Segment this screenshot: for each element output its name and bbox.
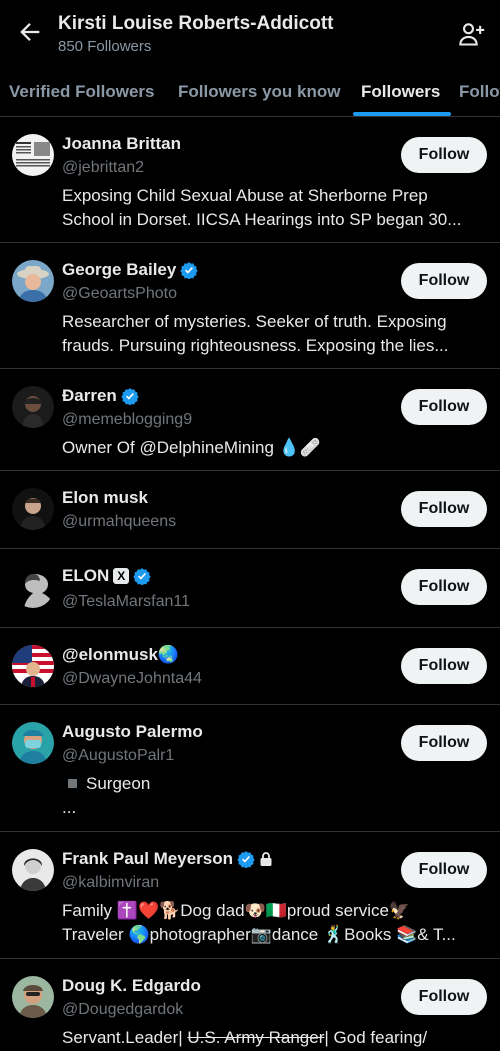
display-name[interactable]: Doug K. Edgardo bbox=[62, 976, 201, 996]
follow-button[interactable]: Follow bbox=[401, 979, 487, 1015]
user-handle: @urmahqueens bbox=[62, 513, 177, 530]
avatar[interactable] bbox=[12, 386, 54, 428]
follower-row-7[interactable]: Augusto Palermo @AugustoPalr1 Follow Sur… bbox=[0, 705, 500, 832]
add-person-icon[interactable] bbox=[458, 20, 486, 48]
follower-row-9[interactable]: Doug K. Edgardo @Dougedgardok Follow Ser… bbox=[0, 959, 500, 1051]
avatar[interactable] bbox=[12, 488, 54, 530]
tab-followers[interactable]: Followers bbox=[361, 82, 440, 102]
user-bio: Surgeon ... bbox=[62, 774, 151, 817]
follower-row-8[interactable]: Frank Paul Meyerson @kalbimviran Follow … bbox=[0, 832, 500, 959]
x-logo-icon: X bbox=[113, 568, 130, 584]
user-handle: @kalbimviran bbox=[62, 874, 160, 891]
verified-badge-icon bbox=[133, 568, 151, 585]
user-handle: @TeslaMarsfan11 bbox=[62, 593, 190, 610]
display-name[interactable]: Elon musk bbox=[62, 488, 148, 508]
tab-following[interactable]: Following bbox=[459, 82, 500, 102]
display-name[interactable]: Augusto Palermo bbox=[62, 722, 203, 742]
display-name[interactable]: Joanna Brittan bbox=[62, 134, 181, 154]
follow-button[interactable]: Follow bbox=[401, 569, 487, 605]
user-bio: Exposing Child Sexual Abuse at Sherborne… bbox=[62, 186, 462, 229]
follower-row-1[interactable]: Joanna Brittan @jebrittan2 Follow Exposi… bbox=[0, 117, 500, 243]
tab-followers-you-know[interactable]: Followers you know bbox=[178, 82, 340, 102]
display-name[interactable]: Ðarren bbox=[62, 386, 139, 406]
avatar[interactable] bbox=[12, 134, 54, 176]
active-tab-indicator bbox=[353, 112, 451, 116]
verified-badge-icon bbox=[121, 388, 139, 405]
follow-button[interactable]: Follow bbox=[401, 263, 487, 299]
page-title: Kirsti Louise Roberts-Addicott bbox=[58, 13, 334, 34]
user-bio: Family ✝️❤️🐕Dog dad🐶🇮🇹proud service🦅 Tra… bbox=[62, 901, 456, 944]
top-app-bar: Kirsti Louise Roberts-Addicott 850 Follo… bbox=[0, 0, 500, 70]
avatar[interactable] bbox=[12, 645, 54, 687]
user-bio: Researcher of mysteries. Seeker of truth… bbox=[62, 312, 449, 355]
back-arrow-icon[interactable] bbox=[16, 18, 44, 46]
tab-verified-followers[interactable]: Verified Followers bbox=[9, 82, 155, 102]
follow-button[interactable]: Follow bbox=[401, 389, 487, 425]
square-bullet-icon bbox=[68, 779, 77, 789]
verified-badge-icon bbox=[237, 851, 255, 868]
verified-badge-icon bbox=[180, 262, 199, 279]
follower-row-4[interactable]: Elon musk @urmahqueens Follow bbox=[0, 471, 500, 549]
tab-bar: Verified Followers Followers you know Fo… bbox=[0, 70, 500, 117]
display-name[interactable]: @elonmusk🌏 bbox=[62, 645, 179, 665]
user-handle: @GeoartsPhoto bbox=[62, 285, 177, 302]
user-bio: Owner Of @DelphineMining 💧🩹 bbox=[62, 438, 321, 457]
avatar[interactable] bbox=[12, 976, 54, 1018]
user-handle: @Dougedgardok bbox=[62, 1001, 184, 1018]
follower-row-6[interactable]: @elonmusk🌏 @DwayneJohnta44 Follow bbox=[0, 628, 500, 705]
display-name[interactable]: George Bailey bbox=[62, 260, 199, 280]
user-handle: @DwayneJohnta44 bbox=[62, 670, 202, 687]
follow-button[interactable]: Follow bbox=[401, 648, 487, 684]
follow-button[interactable]: Follow bbox=[401, 852, 487, 888]
display-name[interactable]: Frank Paul Meyerson bbox=[62, 849, 273, 869]
avatar[interactable] bbox=[12, 722, 54, 764]
follow-button[interactable]: Follow bbox=[401, 725, 487, 761]
user-bio: Servant.Leader| U.S. Army Ranger| God fe… bbox=[62, 1028, 428, 1047]
follower-row-3[interactable]: Ðarren @memeblogging9 Follow Owner Of @D… bbox=[0, 369, 500, 471]
avatar[interactable] bbox=[12, 849, 54, 891]
display-name[interactable]: ELON X bbox=[62, 566, 151, 586]
lock-icon bbox=[260, 852, 272, 866]
user-handle: @jebrittan2 bbox=[62, 159, 145, 176]
user-handle: @memeblogging9 bbox=[62, 411, 193, 428]
follower-count: 850 Followers bbox=[58, 38, 152, 55]
avatar[interactable] bbox=[12, 260, 54, 302]
follower-row-5[interactable]: ELON X @TeslaMarsfan11 Follow bbox=[0, 549, 500, 628]
follower-row-2[interactable]: George Bailey @GeoartsPhoto Follow Resea… bbox=[0, 243, 500, 369]
user-handle: @AugustoPalr1 bbox=[62, 747, 175, 764]
follow-button[interactable]: Follow bbox=[401, 491, 487, 527]
follow-button[interactable]: Follow bbox=[401, 137, 487, 173]
avatar[interactable] bbox=[12, 566, 54, 608]
